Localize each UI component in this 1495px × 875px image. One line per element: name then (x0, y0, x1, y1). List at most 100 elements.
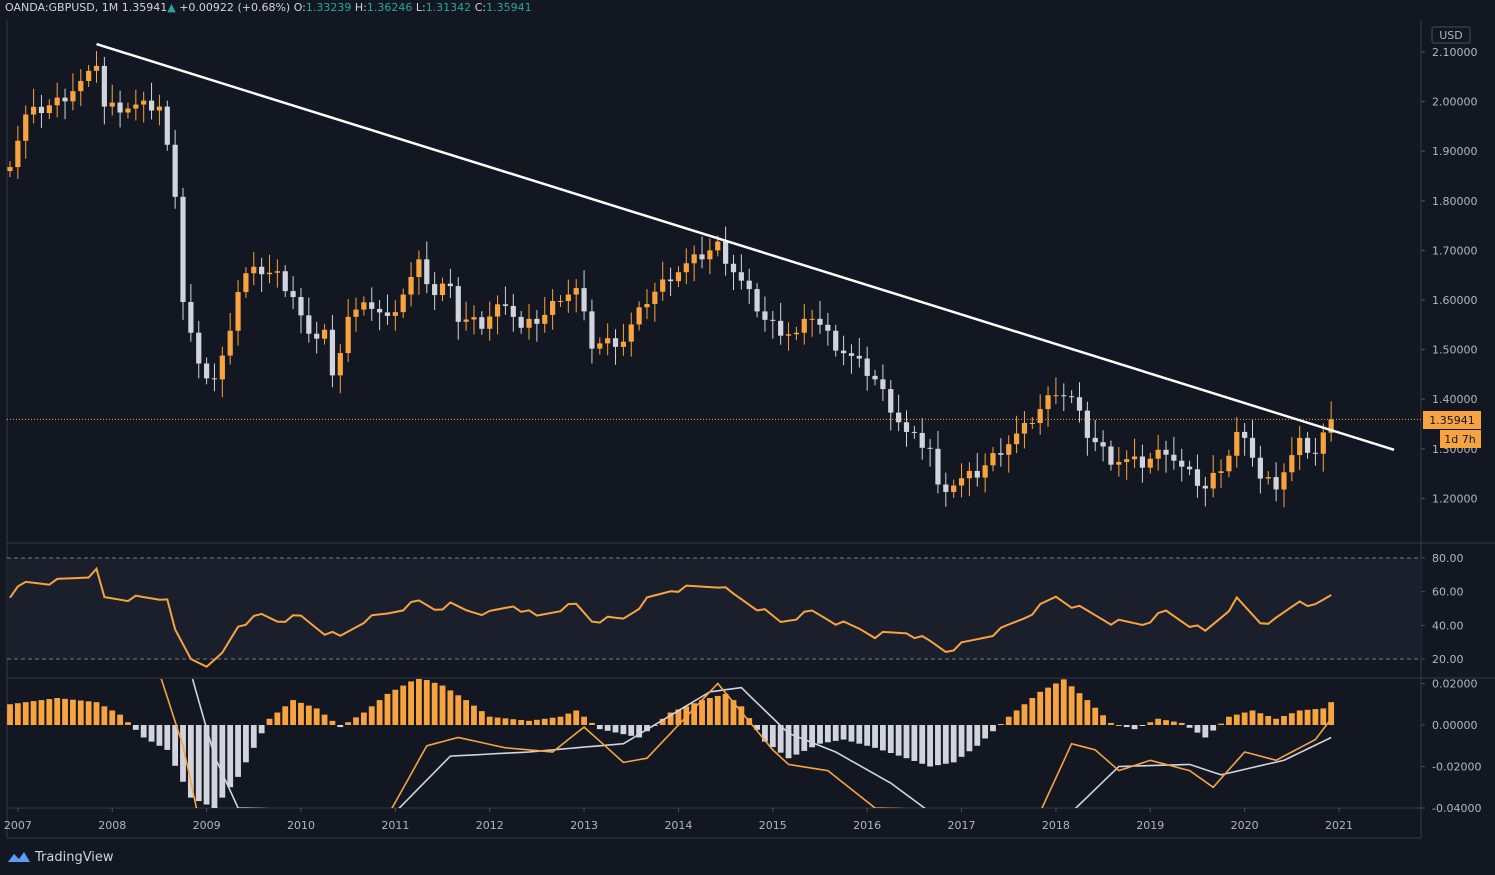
brand-label: TradingView (35, 849, 114, 865)
macd-histogram-bar (706, 698, 713, 725)
candle-body (502, 304, 509, 306)
macd-histogram-bar (565, 713, 572, 725)
macd-histogram-bar (903, 725, 910, 759)
macd-histogram-bar (1281, 716, 1287, 725)
macd-histogram-bar (1202, 725, 1209, 738)
chart-canvas[interactable]: 2.10000 2.00000 1.90000 1.80000 1.70000 1.600… (0, 0, 1495, 875)
candle-body (377, 308, 383, 313)
candle-body (290, 291, 296, 298)
macd-histogram-bar (1115, 725, 1122, 726)
macd-histogram-bar (1186, 725, 1193, 728)
candle-body (1320, 432, 1326, 454)
candle-body (361, 302, 367, 310)
candle-body (400, 294, 406, 313)
candle-body (54, 97, 60, 106)
candle-body (266, 272, 273, 275)
candle-body (1084, 410, 1090, 438)
candle-body (652, 291, 658, 304)
candle-body (416, 259, 422, 277)
candle-body (550, 300, 556, 315)
candle-body (1226, 455, 1232, 472)
candle-body (1108, 446, 1114, 465)
macd-histogram-bar (966, 725, 973, 752)
macd-histogram-bar (93, 702, 100, 725)
macd-histogram-bar (990, 725, 996, 732)
macd-histogram-bar (573, 710, 580, 725)
macd-histogram-bar (85, 701, 92, 725)
candle-body (1155, 449, 1161, 459)
candle-body (1210, 472, 1216, 489)
candle-body (384, 312, 391, 316)
candle-body (78, 81, 84, 92)
macd-histogram-bar (1123, 725, 1130, 728)
candle-body (1265, 477, 1271, 479)
candle-body (1069, 396, 1075, 398)
rsi-tick-label: 60.00 (1432, 586, 1464, 599)
candle-body (133, 104, 139, 109)
change: +0.00922 (179, 1, 234, 14)
candle-body (227, 330, 233, 356)
macd-histogram-bar (30, 701, 37, 725)
macd-histogram-bar (1170, 721, 1177, 725)
candle-body (1187, 466, 1193, 470)
macd-histogram-bar (195, 725, 202, 802)
macd-histogram-bar (38, 700, 45, 725)
candle-body (479, 317, 485, 329)
macd-histogram-bar (769, 725, 776, 748)
macd-histogram-bar (156, 725, 163, 746)
macd-histogram-bar (1288, 713, 1295, 725)
last-price: 1.35941 (121, 1, 168, 14)
macd-histogram-bar (887, 725, 894, 754)
macd-histogram-bar (628, 725, 635, 736)
up-arrow-icon: ▲ (167, 1, 176, 14)
macd-histogram-bar (282, 706, 289, 725)
price-tick-label: 1.90000 (1432, 145, 1478, 158)
price-tick-label: 2.00000 (1432, 96, 1478, 109)
macd-histogram-bar (502, 718, 509, 725)
macd-histogram-bar (950, 725, 957, 763)
macd-histogram-bar (1265, 716, 1272, 725)
macd-histogram-bar (848, 725, 855, 742)
macd-histogram-bar (1304, 709, 1311, 725)
candle-body (620, 341, 626, 347)
macd-histogram-bar (1257, 713, 1264, 725)
candle-body (974, 470, 980, 478)
candle-body (565, 294, 571, 301)
macd-histogram-bar (187, 725, 194, 798)
time-tick-label: 2008 (98, 819, 126, 832)
macd-histogram-bar (360, 712, 367, 725)
candle-body (683, 263, 689, 273)
price-tick-label: 1.70000 (1432, 244, 1478, 257)
macd-histogram-bar (235, 725, 241, 777)
macd-histogram-bar (423, 680, 430, 725)
candle-body (494, 304, 501, 317)
tradingview-brand[interactable]: TradingView (7, 847, 114, 867)
macd-histogram-bar (1218, 723, 1224, 725)
macd-histogram-bar (1029, 698, 1036, 725)
candle-body (38, 106, 45, 114)
time-tick-label: 2010 (287, 819, 315, 832)
macd-histogram-bar (1210, 725, 1217, 731)
macd-tick-label: -0.02000 (1432, 761, 1481, 774)
candle-body (896, 412, 902, 423)
macd-histogram-bar (714, 695, 721, 725)
macd-histogram-bar (431, 682, 438, 725)
interval[interactable]: 1M (102, 1, 119, 14)
candle-body (109, 102, 115, 107)
macd-histogram-bar (1060, 679, 1067, 725)
candle-body (542, 314, 548, 324)
candle-body (219, 355, 225, 380)
macd-histogram-bar (298, 702, 304, 725)
macd-histogram-bar (1076, 693, 1083, 725)
candle-body (487, 316, 493, 329)
macd-histogram-bar (274, 712, 281, 725)
macd-histogram-bar (824, 725, 831, 743)
macd-histogram-bar (1273, 718, 1280, 725)
macd-tick-label: -0.04000 (1432, 802, 1481, 815)
candle-body (675, 272, 682, 282)
macd-histogram-bar (1320, 708, 1327, 725)
symbol-name[interactable]: OANDA:GBPUSD (5, 1, 95, 14)
macd-histogram-bar (290, 700, 297, 725)
candle-body (966, 470, 973, 479)
macd-histogram-bar (1233, 714, 1240, 725)
